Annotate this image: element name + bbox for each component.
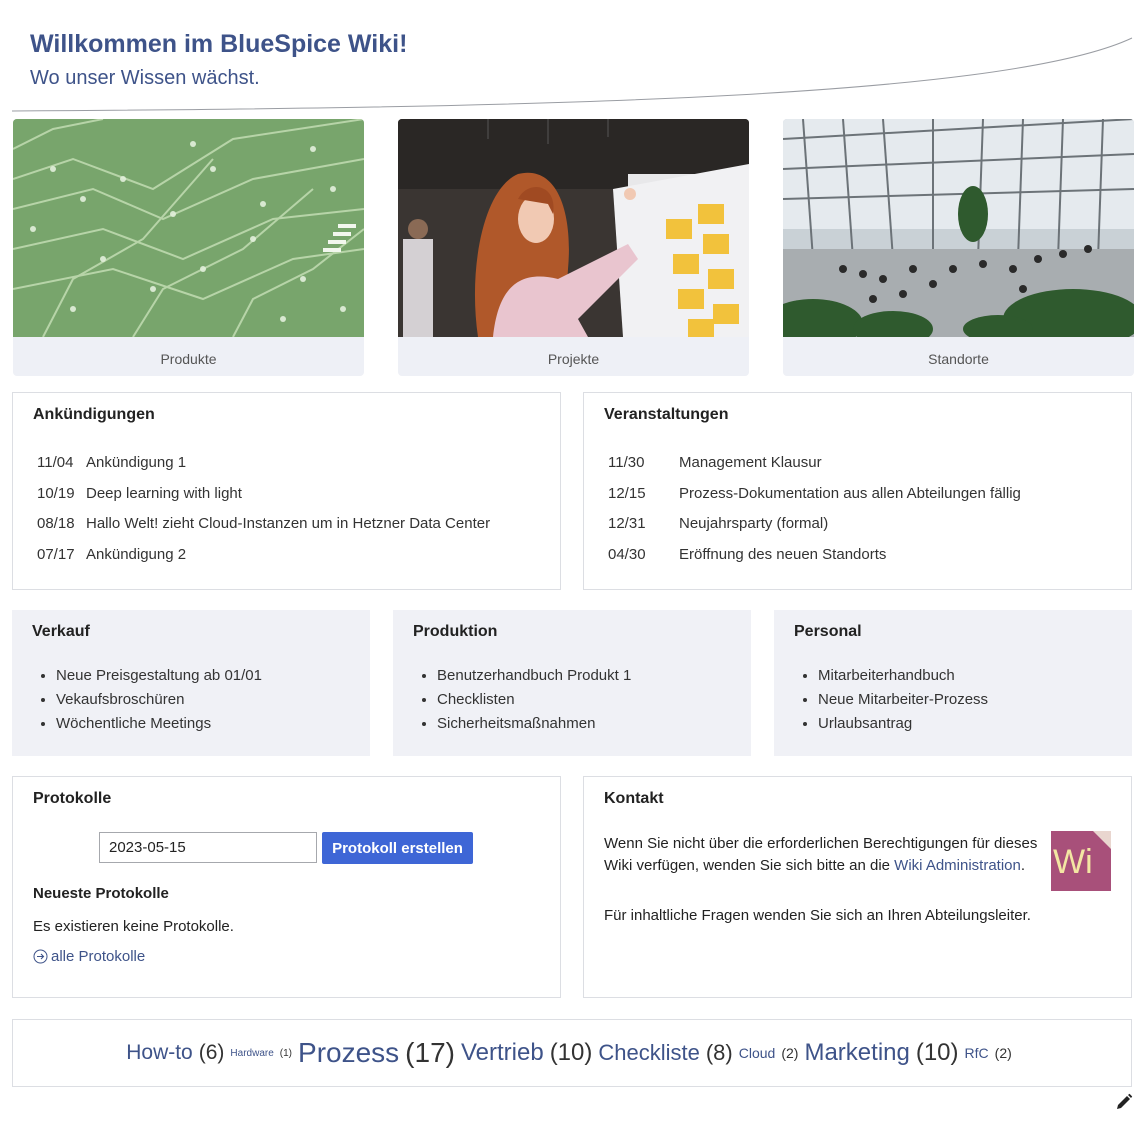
tag-count: (8) [705, 1040, 733, 1065]
list-item[interactable]: Neue Preisgestaltung ab 01/01 [56, 666, 262, 690]
department-list: Mitarbeiterhandbuch Neue Mitarbeiter-Pro… [798, 666, 988, 738]
item-link[interactable]: Neujahrsparty (formal) [679, 514, 828, 534]
tag-link[interactable]: Marketing [804, 1039, 909, 1067]
latest-protocols-heading: Neueste Protokolle [33, 885, 169, 902]
list-item[interactable]: 04/30 Eröffnung des neuen Standorts [608, 545, 1021, 576]
department-list: Benutzerhandbuch Produkt 1 Checklisten S… [417, 666, 631, 738]
circuit-board-image [13, 119, 364, 337]
contact-box: Kontakt Wenn Sie nicht über die erforder… [583, 776, 1132, 998]
tag-count: (10) [915, 1039, 959, 1066]
department-produktion: Produktion Benutzerhandbuch Produkt 1 Ch… [393, 610, 751, 756]
item-date: 12/31 [608, 515, 646, 532]
item-link[interactable]: Deep learning with light [86, 484, 242, 504]
all-protocols-link[interactable]: alle Protokolle [33, 948, 145, 965]
tag-link[interactable]: Vertrieb [461, 1039, 544, 1067]
item-link[interactable]: Eröffnung des neuen Standorts [679, 545, 886, 565]
department-title: Produktion [413, 623, 498, 640]
events-title: Veranstaltungen [604, 406, 729, 423]
tag-link[interactable]: How-to [126, 1041, 193, 1065]
tag-link[interactable]: Prozess [298, 1037, 399, 1069]
tag-link[interactable]: RfC [965, 1045, 989, 1061]
department-title: Personal [794, 623, 862, 640]
edit-pencil-icon[interactable] [1115, 1093, 1133, 1111]
item-date: 08/18 [37, 515, 75, 532]
item-date: 11/30 [608, 454, 645, 471]
department-personal: Personal Mitarbeiterhandbuch Neue Mitarb… [774, 610, 1132, 756]
empty-protocols-text: Es existieren keine Protokolle. [33, 918, 234, 935]
tile-standorte[interactable]: Standorte [783, 119, 1134, 376]
events-list: 11/30 Management Klausur 12/15 Prozess-Dok… [608, 453, 1021, 575]
item-link[interactable]: Management Klausur [679, 453, 822, 473]
announcements-title: Ankündigungen [33, 406, 155, 423]
list-item[interactable]: Benutzerhandbuch Produkt 1 [437, 666, 631, 690]
list-item[interactable]: Sicherheitsmaßnahmen [437, 714, 631, 738]
atrium-image [783, 119, 1134, 337]
protocols-title: Protokolle [33, 790, 112, 807]
wiki-logo-text: Wi [1053, 843, 1093, 881]
tag-link[interactable]: Cloud [739, 1045, 776, 1061]
tile-caption: Projekte [547, 351, 600, 367]
department-title: Verkauf [32, 623, 90, 640]
item-link[interactable]: Prozess-Dokumentation aus allen Abteilun… [679, 484, 1021, 504]
list-item[interactable]: Vekaufsbroschüren [56, 690, 262, 714]
tile-caption: Standorte [928, 351, 989, 367]
events-box: Veranstaltungen 11/30 Management Klausur … [583, 392, 1132, 590]
item-date: 11/04 [37, 454, 74, 471]
tag-count: (6) [198, 1041, 225, 1064]
create-protocol-button[interactable]: Protokoll erstellen [322, 832, 473, 864]
item-date: 10/19 [37, 484, 75, 502]
page-header: Willkommen im BlueSpice Wiki! Wo unser W… [0, 0, 1143, 115]
list-item[interactable]: 11/30 Management Klausur [608, 453, 1021, 484]
department-verkauf: Verkauf Neue Preisgestaltung ab 01/01 Ve… [12, 610, 370, 756]
all-protocols-label[interactable]: alle Protokolle [51, 948, 145, 965]
item-link[interactable]: Ankündigung 1 [86, 453, 186, 473]
item-date: 07/17 [37, 545, 75, 563]
contact-title: Kontakt [604, 790, 664, 807]
protocol-date-input[interactable] [99, 832, 317, 863]
tag-cloud: How-to (6) Hardware (1) Prozess (17) Vertri… [12, 1019, 1132, 1087]
arrow-circle-right-icon [33, 949, 48, 964]
contact-text: Wenn Sie nicht über die erforderlichen B… [604, 833, 1044, 877]
list-item[interactable]: Urlaubsantrag [818, 714, 988, 738]
wiki-admin-link[interactable]: Wiki Administration [894, 857, 1021, 874]
item-date: 04/30 [608, 545, 646, 563]
contact-text-2: Für inhaltliche Fragen wenden Sie sich a… [604, 907, 1031, 924]
wiki-logo[interactable]: Wi [1051, 831, 1111, 891]
list-item[interactable]: 07/17 Ankündigung 2 [37, 545, 490, 576]
list-item[interactable]: 10/19 Deep learning with light [37, 484, 490, 515]
item-link[interactable]: Hallo Welt! zieht Cloud-Instanzen um in … [86, 514, 490, 534]
contact-text-after: . [1020, 857, 1026, 874]
list-item[interactable]: 11/04 Ankündigung 1 [37, 453, 490, 484]
item-link[interactable]: Ankündigung 2 [86, 545, 186, 565]
tile-produkte[interactable]: Produkte [13, 119, 364, 376]
tag-link[interactable]: Hardware [230, 1048, 273, 1059]
list-item[interactable]: Mitarbeiterhandbuch [818, 666, 988, 690]
list-item[interactable]: Checklisten [437, 690, 631, 714]
project-meeting-image [398, 119, 749, 337]
list-item[interactable]: Neue Mitarbeiter-Prozess [818, 690, 988, 714]
list-item[interactable]: 12/15 Prozess-Dokumentation aus allen Abt… [608, 484, 1021, 515]
item-date: 12/15 [608, 484, 646, 502]
page-title: Willkommen im BlueSpice Wiki! [30, 30, 408, 58]
tile-projekte[interactable]: Projekte [398, 119, 749, 376]
tag-count: (1) [279, 1047, 293, 1059]
tag-link[interactable]: Checkliste [598, 1040, 699, 1066]
list-item[interactable]: 12/31 Neujahrsparty (formal) [608, 514, 1021, 545]
tile-caption: Produkte [160, 351, 217, 367]
page-subtitle: Wo unser Wissen wächst. [30, 67, 260, 89]
tag-count: (10) [549, 1039, 593, 1066]
tag-count: (2) [781, 1045, 799, 1061]
tag-count: (17) [405, 1037, 455, 1068]
protocols-box: Protokolle Protokoll erstellen Neueste P… [12, 776, 561, 998]
announcements-box: Ankündigungen 11/04 Ankündigung 1 10/19 De… [12, 392, 561, 590]
department-list: Neue Preisgestaltung ab 01/01 Vekaufsbro… [36, 666, 262, 738]
list-item[interactable]: Wöchentliche Meetings [56, 714, 262, 738]
announcements-list: 11/04 Ankündigung 1 10/19 Deep learning wi… [37, 453, 490, 575]
list-item[interactable]: 08/18 Hallo Welt! zieht Cloud-Instanzen u… [37, 514, 490, 545]
tag-count: (2) [994, 1045, 1012, 1061]
